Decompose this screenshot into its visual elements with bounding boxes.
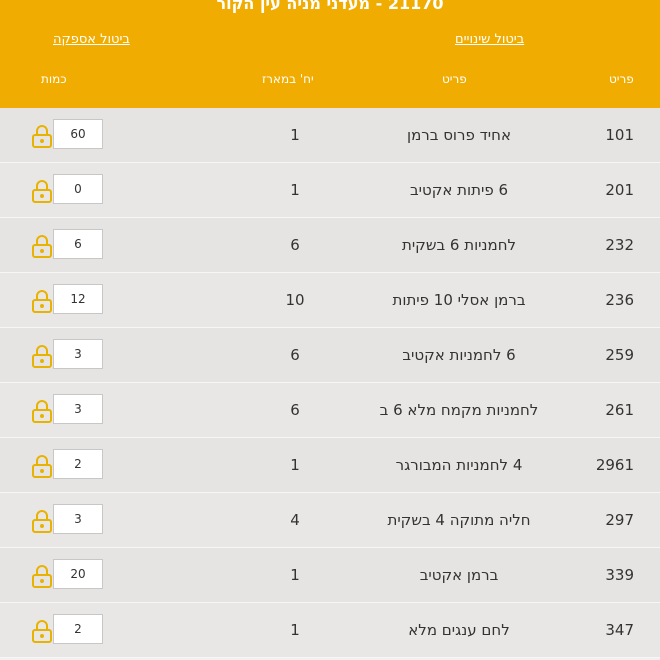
lock-icon[interactable] bbox=[31, 289, 53, 313]
quantity-input[interactable] bbox=[53, 504, 103, 534]
quantity-input[interactable] bbox=[53, 119, 103, 149]
table-row: 236 ברמן אסלי 10 פיתות 10 bbox=[0, 273, 660, 328]
quantity-input[interactable] bbox=[53, 559, 103, 589]
items-table: 101 אחיד פרוס ברמן 1 201 6 פיתות אקטיב 1… bbox=[0, 108, 660, 658]
item-code: 259 bbox=[605, 346, 634, 364]
lock-icon[interactable] bbox=[31, 399, 53, 423]
item-description: אחיד פרוס ברמן bbox=[407, 126, 511, 144]
item-code: 232 bbox=[605, 236, 634, 254]
lock-icon[interactable] bbox=[31, 509, 53, 533]
units-per-pack: 1 bbox=[290, 456, 300, 474]
item-code: 347 bbox=[605, 621, 634, 639]
lock-icon[interactable] bbox=[31, 124, 53, 148]
item-code: 261 bbox=[605, 401, 634, 419]
column-header-units: יח' במארז bbox=[262, 72, 314, 86]
table-row: 339 ברמן אקטיב 1 bbox=[0, 548, 660, 603]
table-row: 259 6 לחמניות אקטיב 6 bbox=[0, 328, 660, 383]
quantity-input[interactable] bbox=[53, 394, 103, 424]
units-per-pack: 1 bbox=[290, 621, 300, 639]
units-per-pack: 1 bbox=[290, 566, 300, 584]
quantity-input[interactable] bbox=[53, 449, 103, 479]
table-row: 232 לחמניות 6 בשקית 6 bbox=[0, 218, 660, 273]
lock-icon[interactable] bbox=[31, 619, 53, 643]
item-description: 6 פיתות אקטיב bbox=[409, 181, 509, 199]
quantity-input[interactable] bbox=[53, 339, 103, 369]
lock-icon[interactable] bbox=[31, 234, 53, 258]
item-code: 201 bbox=[605, 181, 634, 199]
units-per-pack: 6 bbox=[290, 236, 300, 254]
table-row: 347 לחם ענגים מלא 1 bbox=[0, 603, 660, 658]
table-row: 2961 4 לחמניות המבורגר 1 bbox=[0, 438, 660, 493]
cancel-supply-link[interactable]: ביטול אספקה bbox=[53, 32, 130, 47]
item-description: ברמן אסלי 10 פיתות bbox=[392, 291, 526, 309]
lock-icon[interactable] bbox=[31, 344, 53, 368]
item-description: לחמניות 6 בשקית bbox=[401, 236, 517, 254]
page-title: 21170 - מעדני מניה עין הקור bbox=[216, 0, 444, 13]
item-code: 297 bbox=[605, 511, 634, 529]
units-per-pack: 10 bbox=[285, 291, 305, 309]
header-bar: 21170 - מעדני מניה עין הקור ביטול שינויי… bbox=[0, 0, 660, 108]
units-per-pack: 6 bbox=[290, 401, 300, 419]
column-header-quantity: כמות bbox=[41, 72, 67, 86]
quantity-input[interactable] bbox=[53, 174, 103, 204]
column-header-item: פריט bbox=[609, 72, 634, 86]
quantity-input[interactable] bbox=[53, 284, 103, 314]
item-description: ברמן אקטיב bbox=[419, 566, 499, 584]
item-description: 4 לחמניות המבורגר bbox=[395, 456, 523, 474]
units-per-pack: 1 bbox=[290, 181, 300, 199]
item-description: לחם ענגים מלא bbox=[408, 621, 510, 639]
item-description: לחמניות מקמח מלא 6 ב bbox=[379, 401, 539, 419]
item-description: 6 לחמניות אקטיב bbox=[402, 346, 516, 364]
units-per-pack: 4 bbox=[290, 511, 300, 529]
item-code: 2961 bbox=[595, 456, 634, 474]
quantity-input[interactable] bbox=[53, 614, 103, 644]
column-header-description: פריט bbox=[442, 72, 467, 86]
cancel-changes-link[interactable]: ביטול שינויים bbox=[455, 32, 524, 47]
quantity-input[interactable] bbox=[53, 229, 103, 259]
lock-icon[interactable] bbox=[31, 179, 53, 203]
item-code: 236 bbox=[605, 291, 634, 309]
table-row: 297 חליה מתוקה 4 בשקית 4 bbox=[0, 493, 660, 548]
lock-icon[interactable] bbox=[31, 564, 53, 588]
table-row: 201 6 פיתות אקטיב 1 bbox=[0, 163, 660, 218]
item-code: 339 bbox=[605, 566, 634, 584]
item-code: 101 bbox=[605, 126, 634, 144]
table-row: 101 אחיד פרוס ברמן 1 bbox=[0, 108, 660, 163]
units-per-pack: 6 bbox=[290, 346, 300, 364]
units-per-pack: 1 bbox=[290, 126, 300, 144]
lock-icon[interactable] bbox=[31, 454, 53, 478]
item-description: חליה מתוקה 4 בשקית bbox=[387, 511, 531, 529]
table-row: 261 לחמניות מקמח מלא 6 ב 6 bbox=[0, 383, 660, 438]
